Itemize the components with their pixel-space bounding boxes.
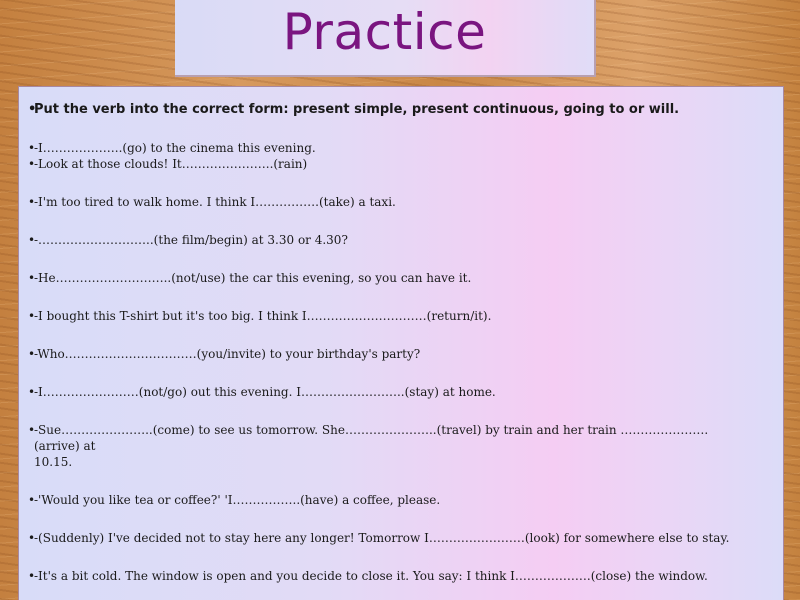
exercise-item-12: -It's a bit cold. The window is open and… xyxy=(28,568,761,584)
content-box: Put the verb into the correct form: pres… xyxy=(18,86,784,600)
exercise-item-11: -(Suddenly) I've decided not to stay her… xyxy=(28,530,761,546)
exercise-list: Put the verb into the correct form: pres… xyxy=(28,101,761,584)
title-box: Practice xyxy=(175,0,596,77)
exercise-item-4: -………………………..(the film/begin) at 3.30 or … xyxy=(28,232,761,248)
instruction-text: Put the verb into the correct form: pres… xyxy=(28,101,761,118)
exercise-item-5: -He………………………..(not/use) the car this eve… xyxy=(28,270,761,286)
exercise-item-7: -Who……………………………(you/invite) to your birt… xyxy=(28,346,761,362)
exercise-item-2: -Look at those clouds! It…………………..(rain) xyxy=(28,156,761,172)
exercise-item-10: -'Would you like tea or coffee?' 'I……………… xyxy=(28,492,761,508)
exercise-item-9: -Sue…………………..(come) to see us tomorrow. … xyxy=(28,422,761,470)
exercise-item-6: -I bought this T-shirt but it's too big.… xyxy=(28,308,761,324)
exercise-item-9-line-1: -Sue…………………..(come) to see us tomorrow. … xyxy=(34,423,709,453)
exercise-item-3: -I'm too tired to walk home. I think I……… xyxy=(28,194,761,210)
exercise-item-9-line-2: 10.15. xyxy=(34,455,73,469)
exercise-item-8: -I……………………(not/go) out this evening. I……… xyxy=(28,384,761,400)
slide-title: Practice xyxy=(282,2,487,61)
exercise-item-1: -I………………..(go) to the cinema this evenin… xyxy=(28,140,761,156)
